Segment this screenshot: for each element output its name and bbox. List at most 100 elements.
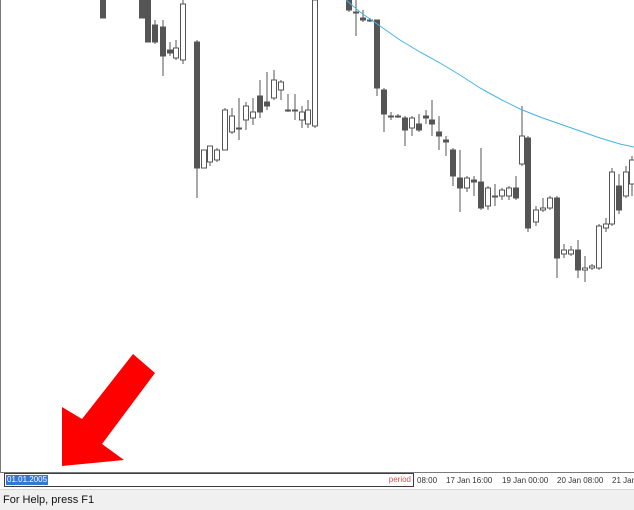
candle [229,108,235,134]
candle-body [525,137,531,229]
candle-body [292,109,298,112]
time-tick-label: 08:00 [417,476,438,485]
candle [533,206,539,226]
candle-body [229,115,235,133]
candle [603,218,609,232]
candle [278,80,284,100]
candle-body [243,105,249,121]
candle [243,102,249,130]
candle-body [278,81,284,91]
candle [257,80,263,118]
candle [264,72,270,110]
candle-body [429,119,435,125]
candle-body [409,117,415,129]
candle-body [180,3,186,61]
candle-body [533,209,539,223]
candle [388,112,394,120]
candle [160,20,166,76]
time-tick-label: 17 Jan 16:00 [446,476,493,485]
candle-body [499,189,505,197]
candle [436,116,442,150]
moving-average-line [345,0,634,148]
candle [250,98,256,125]
candle-body [152,24,158,43]
candle [152,20,158,44]
status-help-text: For Help, press F1 [3,494,95,506]
candle-body [540,207,546,211]
candle [525,136,531,232]
time-axis: 08:00 17 Jan 16:00 19 Jan 00:00 20 Jan 0… [0,473,634,489]
candle [409,116,415,136]
candle [395,114,401,118]
candle-body [554,197,560,259]
candle-body [457,177,463,189]
candle-body [299,111,305,121]
candle-body [167,49,173,54]
candle-body [285,109,291,112]
candle-body [214,149,220,161]
candle [305,100,311,128]
candle [623,166,629,198]
candle [402,116,408,146]
candle [629,156,634,196]
candle-body [492,195,498,198]
candle [589,264,595,270]
candle-body [596,225,602,269]
candle-body [423,115,429,119]
candle-body [616,185,622,211]
candle-body [207,145,213,163]
candle [271,70,277,100]
candle-body [603,223,609,229]
candle [429,100,435,136]
candle-body [561,249,567,255]
price-chart[interactable] [0,0,634,472]
candle-body [139,0,145,19]
candle [596,224,602,270]
candle [145,0,151,43]
goto-date-box[interactable]: 01.01.2005 period [4,473,414,487]
candle-body [100,0,106,19]
candle [513,176,519,200]
candle-body [519,135,525,165]
candle [485,186,491,210]
candle-body [436,131,442,137]
candle [299,106,305,128]
candle-body [305,109,311,125]
candle [478,148,484,210]
candle-body [471,179,477,183]
candle [312,0,318,128]
candle [554,196,560,278]
candle [167,42,173,56]
candle-body [506,187,512,197]
candle-body [513,187,519,199]
candle [519,106,525,166]
candle-body [478,181,484,209]
candle [568,246,574,256]
candle-body [575,249,581,271]
candle-body [360,17,366,21]
candle [471,176,477,196]
chart-left-border [0,0,1,472]
candle [450,148,456,186]
candle [492,184,498,206]
candle-body [623,171,629,197]
candle [616,174,622,214]
candle [285,94,291,112]
goto-date-input[interactable]: 01.01.2005 [6,475,49,485]
candle [236,98,242,140]
candle [207,145,213,166]
candle-body [201,149,207,169]
period-label: period [388,475,411,484]
candle-body [416,123,422,131]
candle [292,94,298,120]
candle-body [388,115,394,118]
candle-body [402,117,408,131]
candle-body [160,26,166,57]
candle-body [589,265,595,269]
candle [609,168,615,226]
candle [360,10,366,22]
candle-body [374,19,380,89]
candle-body [547,197,553,209]
status-bar: For Help, press F1 [0,489,634,510]
candle-body [485,187,491,207]
